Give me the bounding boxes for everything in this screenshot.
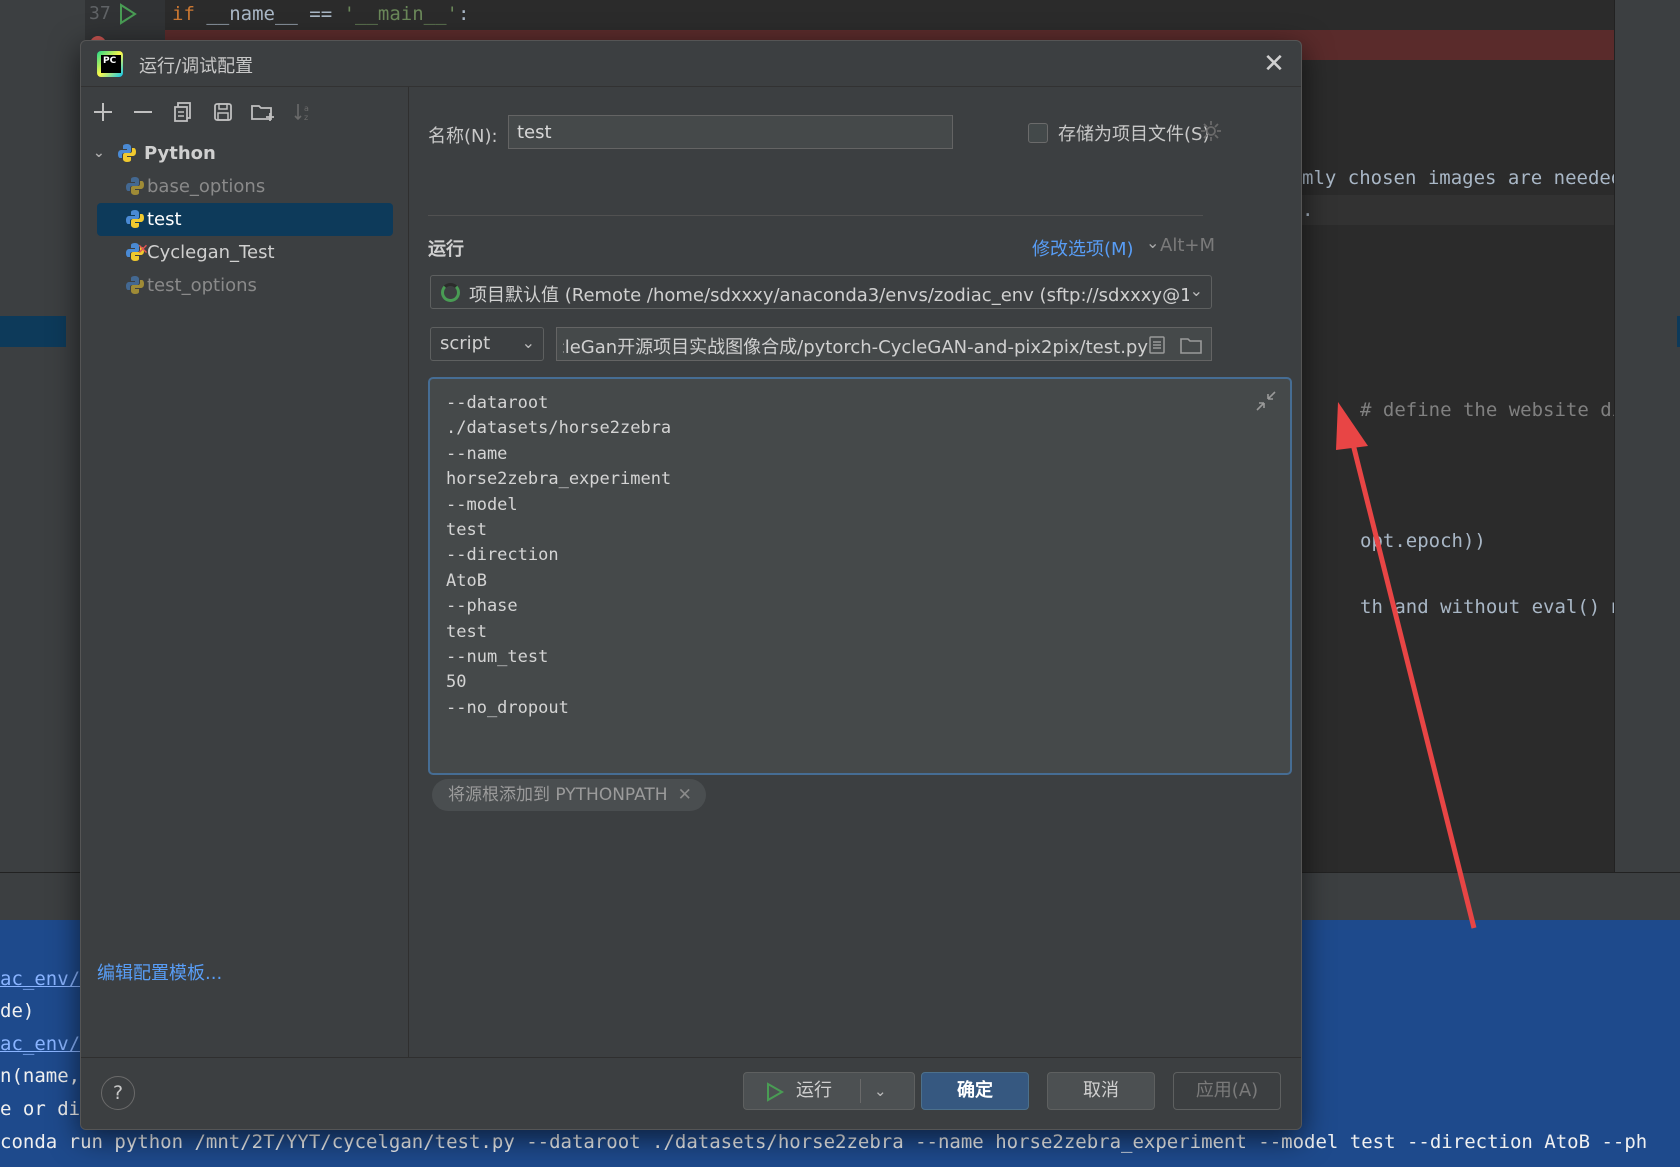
code-text: __name__ == (194, 3, 344, 25)
terminal-line: de) (0, 1000, 34, 1022)
terminal-text: e or di (0, 1098, 81, 1120)
script-path-field[interactable]: CycleGan开源项目实战图像合成/pytorch-CycleGAN-and-… (556, 327, 1212, 361)
code-line-main: if __name__ == '__main__': (172, 3, 469, 25)
terminal-line: n(name, (0, 1065, 80, 1087)
tree-item-cyclegan-test[interactable]: ✕ Cyclegan_Test (89, 236, 401, 269)
terminal-line: e or di (0, 1098, 80, 1120)
code-keyword: if (172, 3, 195, 25)
script-type-select[interactable]: script ⌄ (430, 327, 544, 361)
line-number: 37 (89, 3, 111, 24)
name-label: 名称(N): (428, 126, 498, 147)
python-icon (126, 210, 144, 228)
tree-item-base-options[interactable]: base_options (89, 170, 401, 203)
dialog-titlebar: 运行/调试配置 ✕ (81, 41, 1301, 87)
python-icon (126, 276, 144, 294)
edit-templates-link[interactable]: 编辑配置模板... (97, 959, 222, 985)
config-tree-pane: az ⌄ Python base_options test ✕ Cyclegan… (81, 87, 409, 1057)
help-button[interactable]: ? (101, 1076, 135, 1110)
code-line-bg: mly chosen images are needed. (1302, 167, 1634, 189)
tree-root-python[interactable]: ⌄ Python (89, 137, 401, 170)
script-type-value: script (440, 333, 491, 354)
ide-right-panel (1614, 0, 1680, 872)
play-icon (767, 1082, 784, 1102)
config-detail-pane: 名称(N): 存储为项目文件(S) 运行 修改选项(M) ⌄ Alt+M 项目默… (410, 87, 1301, 1057)
name-field[interactable] (508, 115, 953, 149)
script-parameters-textarea[interactable]: --dataroot ./datasets/horse2zebra --name… (428, 377, 1292, 775)
modify-options-link[interactable]: 修改选项(M) (1032, 235, 1134, 261)
terminal-text: n(name, (0, 1065, 81, 1087)
store-as-project-file-label: 存储为项目文件(S) (1058, 124, 1210, 145)
close-icon[interactable]: ✕ (1259, 49, 1289, 79)
error-icon: ✕ (137, 242, 149, 258)
chevron-down-icon[interactable]: ⌄ (93, 137, 105, 170)
svg-text:z: z (304, 113, 308, 122)
code-line-bg: opt.epoch)) (1360, 530, 1486, 552)
chevron-down-icon[interactable]: ⌄ (1146, 233, 1159, 252)
interpreter-value: 项目默认值 (Remote /home/sdxxxy/anaconda3/env… (469, 285, 1189, 306)
sort-icon[interactable]: az (289, 98, 317, 126)
tree-item-label: base_options (147, 176, 266, 197)
terminal-line: ac_env/ (0, 968, 80, 990)
copy-icon[interactable] (169, 98, 197, 126)
config-tree: ⌄ Python base_options test ✕ Cyclegan_Te… (89, 137, 401, 302)
chevron-down-icon[interactable]: ⌄ (874, 1073, 887, 1109)
dialog-title: 运行/调试配置 (139, 56, 254, 77)
config-toolbar: az (89, 95, 317, 129)
save-icon[interactable] (209, 98, 237, 126)
terminal-text: de) (0, 1000, 35, 1022)
dialog-footer: ? 运行 ⌄ 确定 取消 应用(A) (81, 1057, 1301, 1129)
script-parameters-text: --dataroot ./datasets/horse2zebra --name… (446, 393, 672, 718)
pythonpath-chip-label: 将源根添加到 PYTHONPATH (448, 785, 668, 805)
collapse-icon[interactable] (1254, 389, 1278, 413)
tree-root-label: Python (144, 143, 216, 164)
run-gutter-icon[interactable] (118, 3, 138, 25)
tree-item-test[interactable]: test (97, 203, 393, 236)
modify-options-shortcut: Alt+M (1160, 235, 1215, 256)
python-icon (118, 144, 136, 162)
pycharm-logo-icon (97, 51, 123, 77)
svg-text:a: a (304, 104, 309, 113)
run-section-title: 运行 (428, 239, 464, 260)
terminal-link[interactable]: ac_env/ (0, 1033, 80, 1055)
run-button[interactable]: 运行 ⌄ (743, 1072, 915, 1110)
folder-icon[interactable] (1179, 335, 1203, 355)
terminal-command-line: conda run python /mnt/2T/YYT/cycelgan/te… (0, 1131, 1648, 1153)
python-icon (126, 177, 144, 195)
run-button-label: 运行 (796, 1080, 832, 1101)
terminal-line: ac_env/ (0, 1033, 80, 1055)
cancel-button[interactable]: 取消 (1047, 1072, 1155, 1110)
new-folder-icon[interactable] (249, 98, 277, 126)
store-as-project-file-checkbox[interactable] (1028, 123, 1048, 143)
terminal-link[interactable]: ac_env/ (0, 968, 80, 990)
tree-item-label: test (147, 209, 182, 230)
apply-button[interactable]: 应用(A) (1173, 1072, 1281, 1110)
section-divider (428, 215, 1203, 216)
remove-chip-icon[interactable]: ✕ (678, 785, 692, 805)
ok-button[interactable]: 确定 (921, 1072, 1029, 1110)
pythonpath-option-chip[interactable]: 将源根添加到 PYTHONPATH ✕ (432, 779, 706, 811)
code-line-bg: th and without eval() mode (1360, 596, 1658, 618)
tree-item-test-options[interactable]: test_options (89, 269, 401, 302)
remove-icon[interactable] (129, 98, 157, 126)
chevron-down-icon: ⌄ (1189, 281, 1203, 300)
button-divider (860, 1079, 861, 1103)
ide-project-panel (0, 0, 85, 920)
chevron-down-icon: ⌄ (521, 333, 535, 352)
tree-item-label: test_options (147, 275, 257, 296)
add-icon[interactable] (89, 98, 117, 126)
ide-project-selection (0, 316, 66, 347)
code-colon: : (458, 3, 470, 25)
interpreter-select[interactable]: 项目默认值 (Remote /home/sdxxxy/anaconda3/env… (430, 275, 1212, 309)
run-debug-config-dialog: 运行/调试配置 ✕ az ⌄ Python base_options tes (80, 40, 1302, 1130)
code-string: '__main__' (343, 3, 458, 25)
file-list-icon[interactable] (1147, 335, 1167, 355)
tree-item-label: Cyclegan_Test (147, 242, 275, 263)
code-line-bg: . (1302, 199, 1314, 221)
script-path-value: CycleGan开源项目实战图像合成/pytorch-CycleGAN-and-… (563, 337, 1148, 358)
loading-spinner-icon (441, 283, 460, 302)
gear-icon[interactable] (1200, 120, 1222, 142)
